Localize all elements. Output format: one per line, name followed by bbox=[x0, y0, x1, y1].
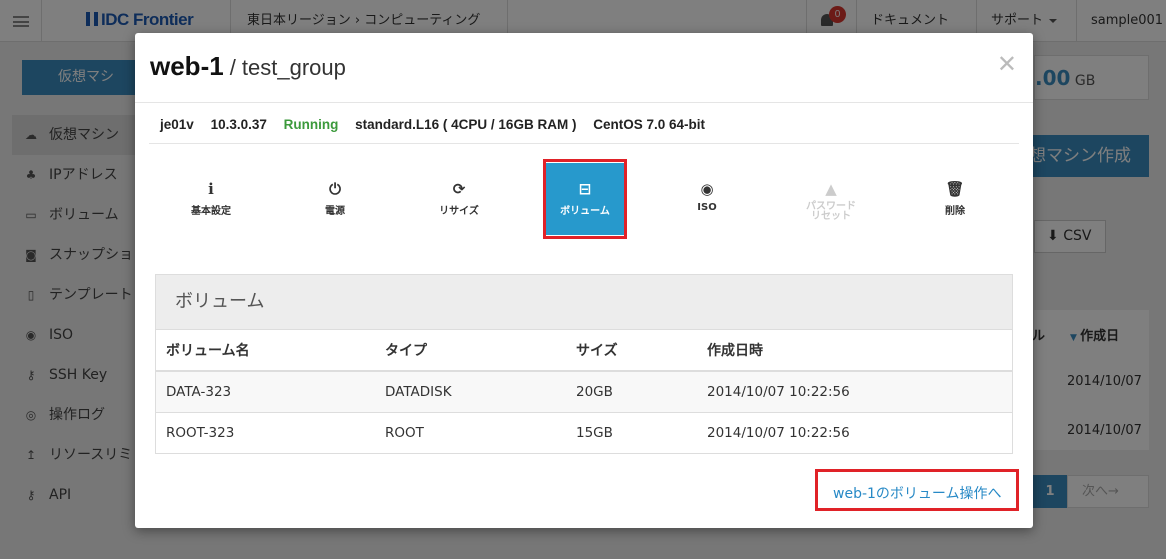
trash-icon: 🗑 bbox=[945, 180, 965, 198]
table-row: DATA-323 DATADISK 20GB 2014/10/07 10:22:… bbox=[156, 371, 1012, 413]
disc-icon: ◉ bbox=[700, 180, 714, 198]
refresh-icon: ⟳ bbox=[452, 180, 466, 198]
cell-volume-name: DATA-323 bbox=[156, 371, 375, 413]
volume-panel: ボリューム ボリューム名 タイプ サイズ 作成日時 DATA-323 DATAD… bbox=[155, 274, 1013, 454]
divider bbox=[149, 143, 1019, 144]
table-header-row: ボリューム名 タイプ サイズ 作成日時 bbox=[156, 330, 1012, 372]
cell-size: 15GB bbox=[576, 424, 613, 441]
lock-icon: ▲ bbox=[825, 180, 837, 198]
power-icon: ⏻ bbox=[329, 180, 341, 198]
panel-title: ボリューム bbox=[156, 275, 1012, 330]
action-power[interactable]: ⏻ 電源 bbox=[296, 163, 374, 235]
action-password-reset: ▲ パスワード リセット bbox=[792, 163, 870, 235]
cell-size: 20GB bbox=[566, 371, 697, 413]
volume-table: ボリューム名 タイプ サイズ 作成日時 DATA-323 DATADISK 20… bbox=[156, 330, 1012, 453]
highlight-box-volume bbox=[543, 159, 627, 239]
vm-plan: standard.L16 ( 4CPU / 16GB RAM ) bbox=[355, 117, 577, 132]
vm-ip: 10.3.0.37 bbox=[210, 117, 267, 132]
vm-name: web-1 bbox=[150, 51, 224, 81]
info-icon: i bbox=[208, 180, 214, 198]
cell-created: 2014/10/07 10:22:56 bbox=[697, 371, 1012, 413]
cell-created: 2014/10/07 10:22:56 bbox=[707, 424, 850, 441]
highlight-box-link bbox=[815, 469, 1019, 511]
vm-group: / test_group bbox=[229, 55, 346, 80]
close-icon[interactable]: ✕ bbox=[997, 53, 1017, 77]
vm-os: CentOS 7.0 64-bit bbox=[593, 117, 705, 132]
col-volume-name: ボリューム名 bbox=[156, 330, 375, 372]
modal-header: web-1/ test_group ✕ bbox=[135, 33, 1033, 103]
table-row: ROOT-323 ROOT 15GB 2014/10/07 10:22:56 bbox=[156, 412, 1012, 453]
vm-detail-modal: web-1/ test_group ✕ je01v 10.3.0.37 Runn… bbox=[135, 33, 1033, 528]
modal-title: web-1/ test_group bbox=[150, 51, 346, 82]
cell-type: ROOT bbox=[385, 424, 424, 441]
action-basic-settings[interactable]: i 基本設定 bbox=[172, 163, 250, 235]
action-resize[interactable]: ⟳ リサイズ bbox=[420, 163, 498, 235]
col-size: サイズ bbox=[566, 330, 697, 372]
vm-zone: je01v bbox=[160, 117, 194, 132]
action-iso[interactable]: ◉ ISO bbox=[668, 163, 746, 235]
action-delete[interactable]: 🗑 削除 bbox=[916, 163, 994, 235]
cell-type: DATADISK bbox=[375, 371, 566, 413]
vm-info-line: je01v 10.3.0.37 Running standard.L16 ( 4… bbox=[160, 117, 718, 132]
col-created: 作成日時 bbox=[697, 330, 1012, 372]
cell-volume-name: ROOT-323 bbox=[166, 424, 235, 441]
col-type: タイプ bbox=[375, 330, 566, 372]
status-badge: Running bbox=[283, 117, 339, 132]
